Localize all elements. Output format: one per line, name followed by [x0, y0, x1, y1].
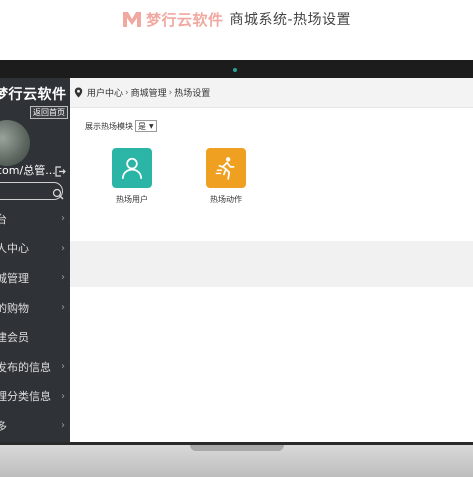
show-module-select[interactable]: 是 ▼ — [135, 120, 157, 132]
sidebar-item-label: 建会员 — [0, 331, 29, 345]
sidebar-item-my-shopping[interactable]: 的购物 › — [0, 293, 70, 323]
user-name: com/总管... — [0, 164, 56, 177]
breadcrumb-item-user-center[interactable]: 用户中心 — [87, 86, 123, 99]
laptop-screen: 梦行云软件 返回首页 com/总管... 台 › 人中心 › 城管理 › 的购物… — [0, 78, 473, 442]
chevron-right-icon: › — [61, 390, 65, 402]
laptop-base — [0, 445, 473, 477]
camera-dot — [233, 68, 237, 72]
section-divider — [70, 241, 473, 287]
sidebar-item-label: 发布的信息 — [0, 360, 51, 374]
chevron-right-icon: › — [61, 302, 65, 314]
sidebar: 梦行云软件 返回首页 com/总管... 台 › 人中心 › 城管理 › 的购物… — [0, 78, 70, 442]
chevron-right-icon: › — [61, 272, 65, 284]
sidebar-item-label: 的购物 — [0, 301, 29, 315]
tile-hot-user[interactable]: 热场用户 — [92, 148, 172, 205]
sidebar-item-category-info[interactable]: 理分类信息 › — [0, 382, 70, 412]
breadcrumb-item-mall-management[interactable]: 商城管理 — [131, 86, 167, 99]
sidebar-item-label: 台 — [0, 212, 7, 226]
sidebar-item-label: 城管理 — [0, 271, 29, 285]
tile-label: 热场用户 — [116, 195, 148, 204]
avatar[interactable] — [0, 120, 30, 166]
sidebar-item-label: 多 — [0, 419, 7, 433]
tile-hot-action[interactable]: 热场动作 — [186, 148, 266, 205]
sidebar-item-dashboard[interactable]: 台 › — [0, 204, 70, 234]
select-value: 是 — [138, 121, 146, 131]
chevron-right-icon: › — [61, 420, 65, 432]
sidebar-item-label: 人中心 — [0, 242, 29, 256]
show-module-label: 展示热场模块 — [85, 121, 133, 131]
sidebar-item-my-posts[interactable]: 发布的信息 › — [0, 352, 70, 382]
brand-logo-icon — [122, 10, 142, 28]
chevron-right-icon: › — [61, 242, 65, 254]
location-pin-icon — [74, 87, 83, 98]
user-icon — [112, 148, 152, 188]
chevron-right-icon: › — [61, 361, 65, 373]
laptop-notch — [190, 445, 284, 451]
content-area — [70, 287, 473, 442]
sidebar-item-user-center[interactable]: 人中心 › — [0, 234, 70, 264]
home-link[interactable]: 返回首页 — [30, 106, 68, 119]
show-module-row: 展示热场模块 是 ▼ — [85, 120, 157, 132]
tile-label: 热场动作 — [210, 195, 242, 204]
search-icon[interactable] — [52, 185, 64, 200]
sidebar-item-more[interactable]: 多 › — [0, 411, 70, 441]
page-banner: 梦行云软件 商城系统-热场设置 — [0, 0, 473, 38]
sidebar-menu: 台 › 人中心 › 城管理 › 的购物 › 建会员 发布的信息 › 理分类信息 … — [0, 204, 70, 441]
sidebar-item-create-member[interactable]: 建会员 — [0, 322, 70, 352]
running-icon — [206, 148, 246, 188]
breadcrumb-separator: › — [125, 87, 129, 98]
dropdown-caret-icon: ▼ — [149, 122, 154, 130]
sidebar-brand: 梦行云软件 — [0, 87, 67, 103]
banner-brand: 梦行云软件 — [145, 10, 224, 29]
sidebar-item-mall-management[interactable]: 城管理 › — [0, 263, 70, 293]
settings-panel: 展示热场模块 是 ▼ 热场用户 热场动作 — [72, 108, 473, 241]
main-content: 用户中心 › 商城管理 › 热场设置 展示热场模块 是 ▼ 热场用户 热场动作 — [70, 78, 473, 442]
breadcrumb-separator: › — [168, 87, 173, 98]
breadcrumb: 用户中心 › 商城管理 › 热场设置 — [70, 78, 473, 108]
breadcrumb-item-current: 热场设置 — [174, 89, 211, 99]
banner-title: 商城系统-热场设置 — [229, 12, 352, 28]
logout-icon[interactable] — [55, 162, 66, 177]
chevron-right-icon: › — [61, 213, 65, 225]
sidebar-item-label: 理分类信息 — [0, 390, 51, 404]
laptop-frame: 梦行云软件 返回首页 com/总管... 台 › 人中心 › 城管理 › 的购物… — [0, 60, 473, 477]
